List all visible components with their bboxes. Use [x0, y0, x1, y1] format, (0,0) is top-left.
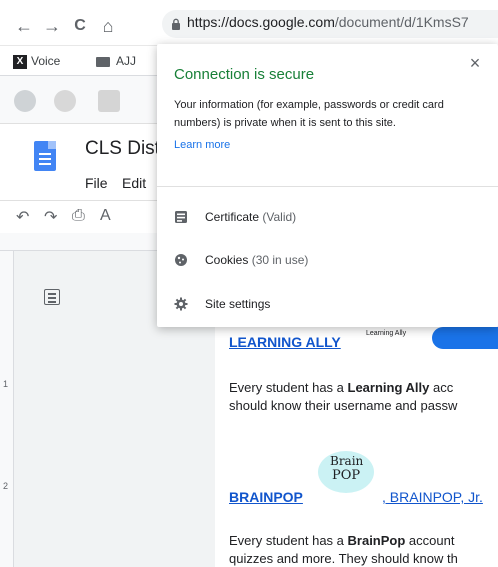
learning-ally-link[interactable]: LEARNING ALLY: [229, 334, 341, 350]
popup-description: Your information (for example, passwords…: [174, 99, 444, 129]
text: acc: [429, 380, 454, 395]
learn-more-link[interactable]: Learn more: [174, 139, 230, 151]
folder-icon: [96, 57, 110, 67]
brainpop-line-1: Every student has a BrainPop account: [229, 532, 454, 550]
home-button[interactable]: ⌂: [98, 16, 118, 36]
divider: [157, 186, 498, 187]
site-settings-label: Site settings: [205, 297, 270, 311]
brainpop-link[interactable]: BRAINPOP: [229, 489, 303, 505]
popup-title: Connection is secure: [174, 66, 315, 83]
bookmark-voice[interactable]: Voice: [31, 54, 60, 68]
print-icon[interactable]: ⎙: [72, 207, 85, 225]
certificate-row[interactable]: Certificate (Valid): [157, 199, 498, 235]
brainpop-jr-link[interactable]: , BRAINPOP, Jr.: [382, 489, 483, 505]
learning-ally-logo-mark: [432, 327, 498, 349]
cookies-row[interactable]: Cookies (30 in use): [157, 242, 498, 278]
menu-edit[interactable]: Edit: [122, 175, 146, 191]
close-icon[interactable]: ×: [466, 54, 484, 72]
vertical-ruler: 1 2: [0, 251, 14, 567]
spellcheck-icon[interactable]: A: [100, 207, 111, 225]
cookie-icon: [175, 254, 187, 266]
document-title[interactable]: CLS Dist: [85, 138, 160, 160]
bookmark-ajj[interactable]: AJJ: [116, 54, 136, 68]
lock-icon[interactable]: [170, 18, 182, 30]
learning-ally-line-2: should know their username and passw: [229, 398, 458, 413]
forward-button[interactable]: →: [42, 16, 62, 36]
browser-window: ← → C ⌂ https://docs.google.com/document…: [0, 0, 498, 567]
voice-bookmark-icon: X: [13, 55, 27, 69]
undo-icon[interactable]: ↶: [16, 207, 29, 227]
browser-toolbar: ← → C ⌂ https://docs.google.com/document…: [0, 0, 498, 46]
bold-text: Learning Ally: [347, 380, 430, 395]
brainpop-logo-text-top: Brain: [330, 454, 364, 468]
text: Site settings: [205, 297, 271, 311]
brainpop-line-2: quizzes and more. They should know th: [229, 551, 458, 566]
extension-icon[interactable]: [98, 90, 120, 112]
gear-icon: [174, 297, 188, 311]
text: account: [405, 533, 455, 548]
site-info-popup: Connection is secure × Your information …: [157, 44, 498, 327]
reload-button[interactable]: C: [70, 16, 90, 36]
learning-ally-line-1: Every student has a Learning Ally acc: [229, 379, 453, 397]
ruler-number: 1: [3, 379, 9, 389]
outline-icon[interactable]: [44, 289, 60, 305]
certificate-label: Certificate (Valid): [205, 210, 296, 224]
cookies-count: (30 in use): [248, 253, 309, 267]
certificate-icon: [175, 211, 187, 223]
url-text[interactable]: https://docs.google.com/document/d/1KmsS…: [187, 14, 469, 30]
url-domain: https://docs.google.com: [187, 14, 335, 30]
redo-icon[interactable]: ↷: [44, 207, 57, 227]
text: Certificate: [205, 210, 260, 224]
extension-icon[interactable]: [14, 90, 36, 112]
certificate-status: (Valid): [259, 210, 297, 224]
docs-logo-icon[interactable]: [34, 141, 56, 171]
text: Cookies: [205, 253, 249, 267]
text: Every student has a: [229, 380, 348, 395]
bold-text: BrainPop: [347, 533, 406, 548]
ruler-number: 2: [3, 481, 9, 491]
extension-icon[interactable]: [54, 90, 76, 112]
brainpop-logo-text-bottom: POP: [332, 468, 361, 483]
text: Every student has a: [229, 533, 348, 548]
menu-file[interactable]: File: [85, 175, 108, 191]
site-settings-row[interactable]: Site settings: [157, 286, 498, 322]
back-button[interactable]: ←: [14, 16, 34, 36]
cookies-label: Cookies (30 in use): [205, 253, 308, 267]
learning-ally-logo: Learning Ally: [366, 330, 407, 337]
url-path: /document/d/1KmsS7: [334, 14, 469, 30]
